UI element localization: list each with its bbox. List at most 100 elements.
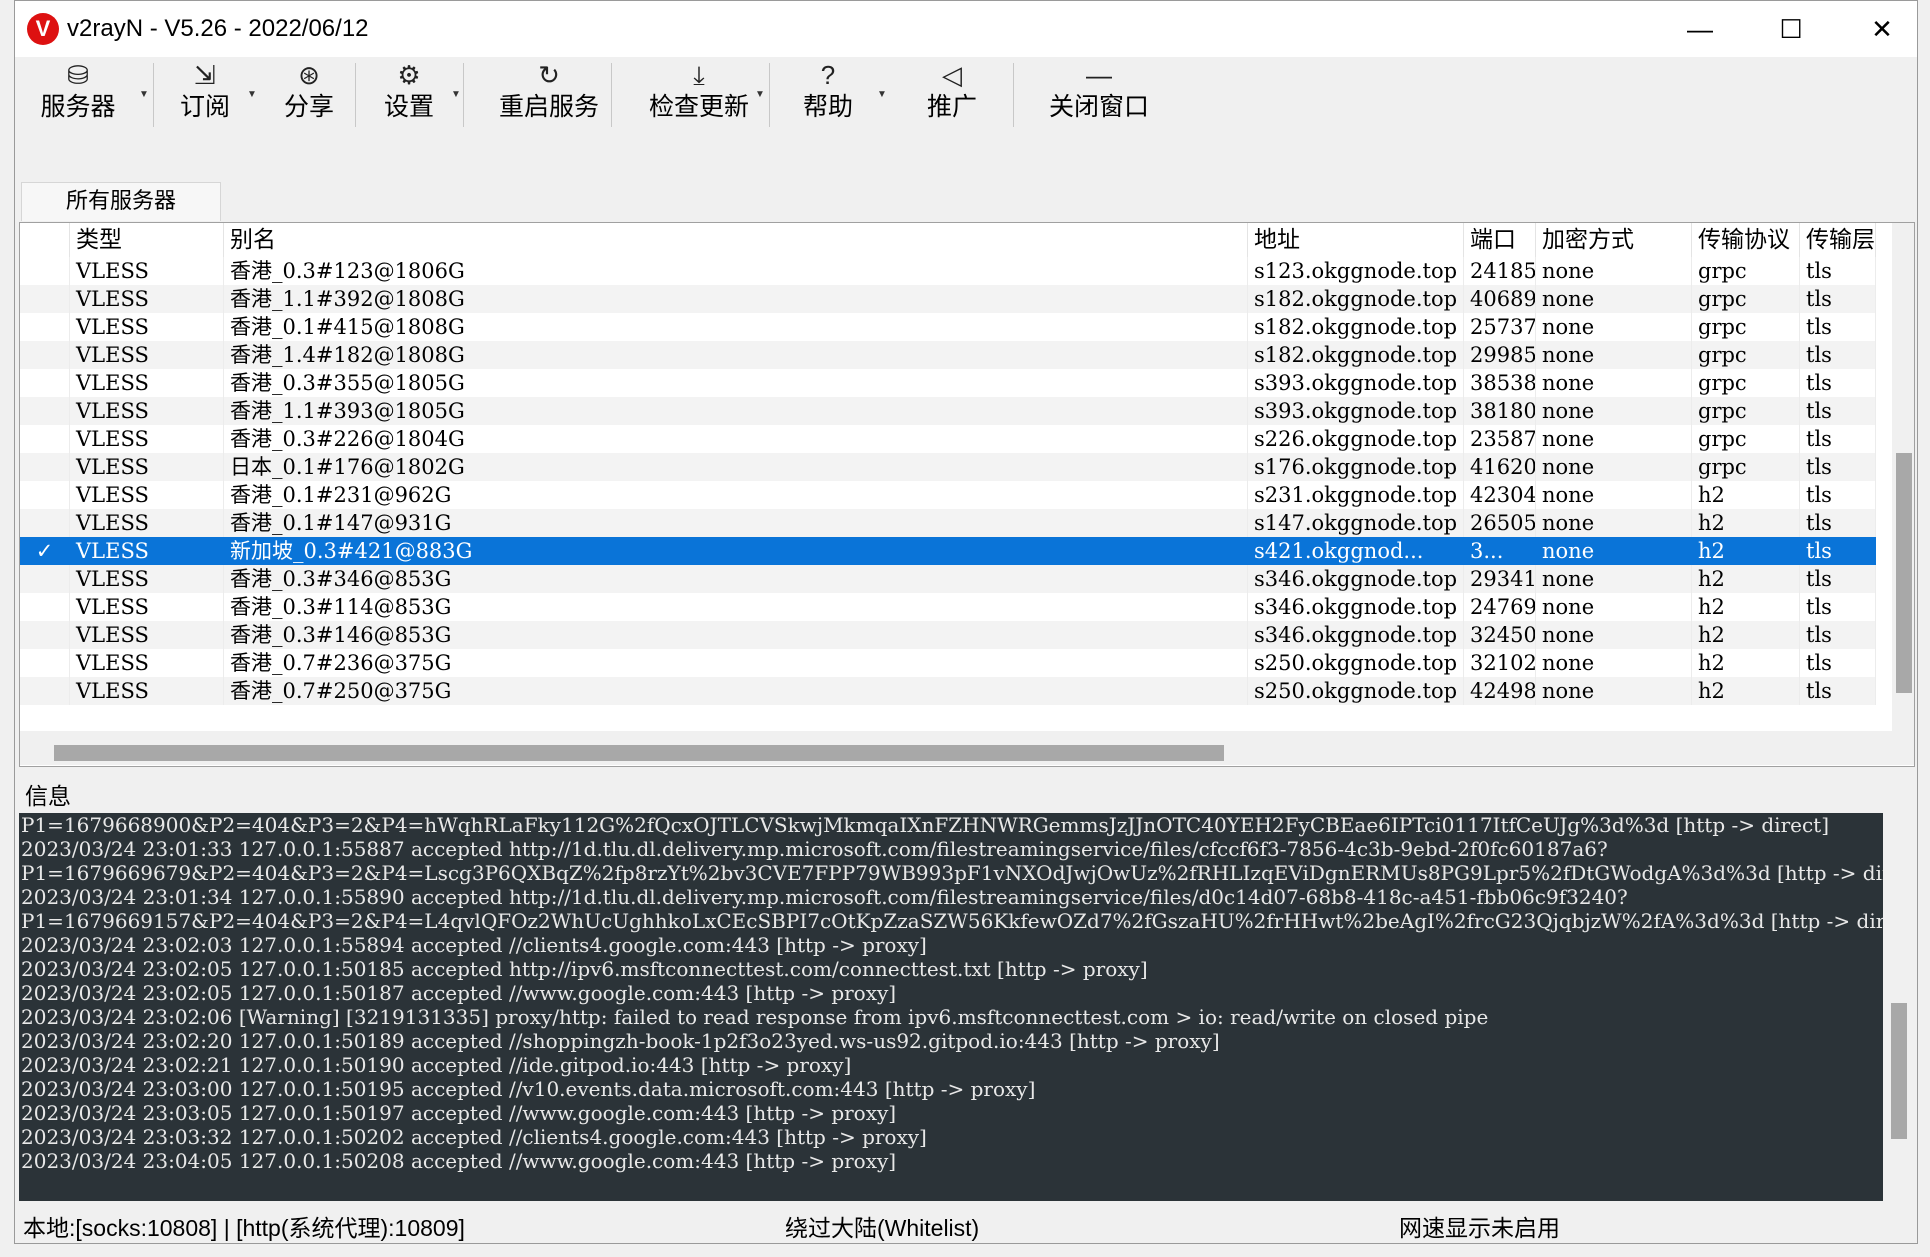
row-port-cell: 32102 (1464, 649, 1536, 677)
toolbar-separator (1013, 63, 1014, 127)
row-security-cell: none (1536, 677, 1692, 705)
column-header-port[interactable]: 端口 (1464, 223, 1536, 257)
chevron-down-icon[interactable]: ▼ (139, 89, 149, 100)
column-header-check[interactable] (20, 223, 70, 257)
minimize-button[interactable]: — (1655, 1, 1745, 57)
row-alias-cell: 香港_0.3#355@1805G (224, 369, 1248, 397)
row-type-cell: VLESS (70, 341, 224, 369)
log-line: 2023/03/24 23:02:03 127.0.0.1:55894 acce… (21, 933, 927, 957)
row-address-cell: s182.okggnode.top (1248, 313, 1464, 341)
table-row[interactable]: VLESS 香港_0.7#250@375G s250.okggnode.top 424… (20, 677, 1876, 705)
column-header-network[interactable]: 传输协议 (1692, 223, 1800, 257)
log-vertical-scrollbar[interactable] (1883, 813, 1915, 1201)
column-header-security[interactable]: 加密方式 (1536, 223, 1692, 257)
table-row[interactable]: VLESS 香港_0.1#415@1808G s182.okggnode.top 25… (20, 313, 1876, 341)
table-row[interactable]: VLESS 香港_0.3#146@853G s346.okggnode.top 324… (20, 621, 1876, 649)
scrollbar-thumb[interactable] (1891, 1003, 1907, 1139)
table-row[interactable]: VLESS 香港_0.3#346@853G s346.okggnode.top 293… (20, 565, 1876, 593)
row-port-cell: 41620 (1464, 453, 1536, 481)
table-row-selected[interactable]: ✓ VLESS 新加坡_0.3#421@883G s421.okggnod... 3..… (20, 537, 1876, 565)
row-alias-cell: 香港_0.1#231@962G (224, 481, 1248, 509)
chevron-down-icon[interactable]: ▼ (755, 89, 765, 100)
row-type-cell: VLESS (70, 481, 224, 509)
toolbar-close-window-button[interactable]: — 关闭窗口 (1027, 57, 1171, 137)
row-type-cell: VLESS (70, 313, 224, 341)
row-security-cell: none (1536, 397, 1692, 425)
toolbar-settings-button[interactable]: ⚙ 设置 (369, 57, 449, 137)
server-table-vertical-scrollbar[interactable] (1892, 223, 1914, 731)
row-type-cell: VLESS (70, 453, 224, 481)
row-check-cell (20, 257, 70, 285)
row-check-cell (20, 313, 70, 341)
table-row[interactable]: VLESS 香港_0.3#226@1804G s226.okggnode.top 23… (20, 425, 1876, 453)
row-check-cell (20, 593, 70, 621)
table-header: 类型 别名 地址 端口 加密方式 传输协议 传输层 (20, 223, 1876, 257)
chevron-down-icon[interactable]: ▼ (877, 89, 887, 100)
column-header-address[interactable]: 地址 (1248, 223, 1464, 257)
table-row[interactable]: VLESS 香港_0.3#123@1806G s123.okggnode.top 24… (20, 257, 1876, 285)
row-tls-cell: tls (1800, 565, 1876, 593)
row-address-cell: s250.okggnode.top (1248, 677, 1464, 705)
tab-all-servers[interactable]: 所有服务器 (21, 182, 221, 221)
scrollbar-thumb[interactable] (1896, 453, 1912, 693)
row-tls-cell: tls (1800, 285, 1876, 313)
row-security-cell: none (1536, 285, 1692, 313)
row-address-cell: s393.okggnode.top (1248, 397, 1464, 425)
row-network-cell: grpc (1692, 341, 1800, 369)
status-speed: 网速显示未启用 (1399, 1215, 1560, 1241)
chevron-down-icon[interactable]: ▼ (247, 89, 257, 100)
toolbar-label: 检查更新 (648, 93, 749, 121)
help-icon: ? (820, 60, 836, 90)
row-tls-cell: tls (1800, 341, 1876, 369)
table-row[interactable]: VLESS 香港_0.1#231@962G s231.okggnode.top 423… (20, 481, 1876, 509)
info-label: 信息 (25, 784, 71, 810)
column-header-tls[interactable]: 传输层 (1800, 223, 1876, 257)
server-table-horizontal-scrollbar[interactable] (20, 731, 1914, 765)
toolbar-subscription-button[interactable]: ⇲ 订阅 (165, 57, 245, 137)
row-alias-cell: 香港_1.1#392@1808G (224, 285, 1248, 313)
toolbar: ⛁ 服务器 ▼ ⇲ 订阅 ▼ ⊛ 分享 ⚙ 设置 ▼ ↻ 重启服务 ⤓ 检查更新 (15, 57, 1917, 137)
toolbar-share-button[interactable]: ⊛ 分享 (269, 57, 349, 137)
refresh-icon: ↻ (538, 60, 560, 90)
row-tls-cell: tls (1800, 369, 1876, 397)
row-check-cell (20, 509, 70, 537)
table-row[interactable]: VLESS 香港_1.1#392@1808G s182.okggnode.top 40… (20, 285, 1876, 313)
row-type-cell: VLESS (70, 397, 224, 425)
subscription-icon: ⇲ (194, 60, 216, 90)
log-panel[interactable]: P1=1679668900&P2=404&P3=2&P4=hWqhRLaFky1… (19, 813, 1915, 1201)
row-type-cell: VLESS (70, 537, 224, 565)
chevron-down-icon[interactable]: ▼ (451, 89, 461, 100)
row-port-cell: 40689 (1464, 285, 1536, 313)
row-address-cell: s346.okggnode.top (1248, 565, 1464, 593)
table-row[interactable]: VLESS 香港_1.4#182@1808G s182.okggnode.top 29… (20, 341, 1876, 369)
status-routing-mode[interactable]: 绕过大陆(Whitelist) (785, 1209, 979, 1243)
row-alias-cell: 香港_0.1#147@931G (224, 509, 1248, 537)
row-port-cell: 29985 (1464, 341, 1536, 369)
toolbar-check-update-button[interactable]: ⤓ 检查更新 (627, 57, 771, 137)
row-alias-cell: 香港_0.1#415@1808G (224, 313, 1248, 341)
row-address-cell: s123.okggnode.top (1248, 257, 1464, 285)
column-header-type[interactable]: 类型 (70, 223, 224, 257)
toolbar-label: 关闭窗口 (1048, 93, 1149, 121)
toolbar-promotion-button[interactable]: ◁ 推广 (907, 57, 997, 137)
maximize-button[interactable]: ☐ (1746, 1, 1836, 57)
log-line: 2023/03/24 23:04:05 127.0.0.1:50208 acce… (21, 1149, 897, 1173)
toolbar-restart-service-button[interactable]: ↻ 重启服务 (477, 57, 621, 137)
table-row[interactable]: VLESS 香港_1.1#393@1805G s393.okggnode.top 38… (20, 397, 1876, 425)
table-row[interactable]: VLESS 香港_0.7#236@375G s250.okggnode.top 321… (20, 649, 1876, 677)
toolbar-help-button[interactable]: ? 帮助 (783, 57, 873, 137)
table-row[interactable]: VLESS 日本_0.1#176@1802G s176.okggnode.top 41… (20, 453, 1876, 481)
row-check-cell (20, 369, 70, 397)
close-button[interactable]: ✕ (1837, 1, 1917, 57)
toolbar-servers-button[interactable]: ⛁ 服务器 (25, 57, 131, 137)
table-row[interactable]: VLESS 香港_0.3#114@853G s346.okggnode.top 247… (20, 593, 1876, 621)
row-type-cell: VLESS (70, 621, 224, 649)
row-port-cell: 25737 (1464, 313, 1536, 341)
title-bar[interactable]: V v2rayN - V5.26 - 2022/06/12 — ☐ ✕ (15, 1, 1917, 57)
table-row[interactable]: VLESS 香港_0.3#355@1805G s393.okggnode.top 38… (20, 369, 1876, 397)
scrollbar-thumb[interactable] (54, 745, 1224, 761)
column-header-alias[interactable]: 别名 (224, 223, 1248, 257)
row-network-cell: h2 (1692, 593, 1800, 621)
table-row[interactable]: VLESS 香港_0.1#147@931G s147.okggnode.top 265… (20, 509, 1876, 537)
row-tls-cell: tls (1800, 537, 1876, 565)
